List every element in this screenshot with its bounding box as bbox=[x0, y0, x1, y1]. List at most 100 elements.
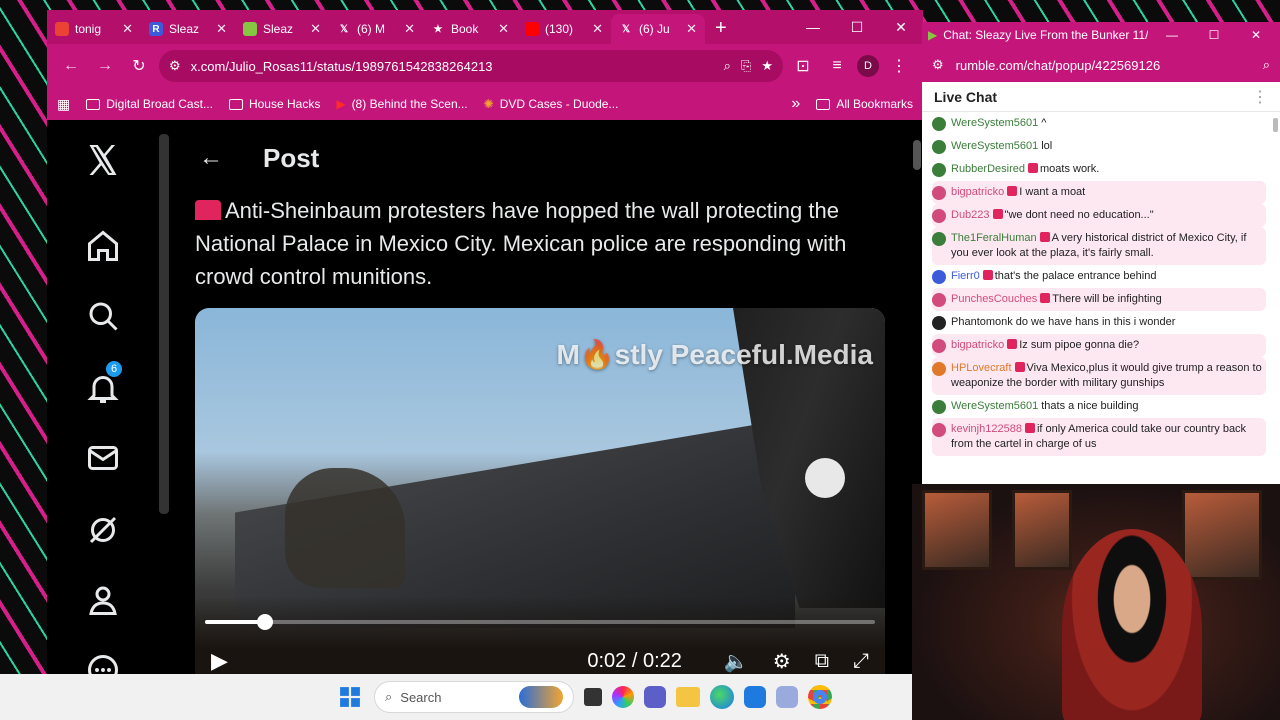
chat-zoom-icon[interactable]: ⌕ bbox=[1263, 57, 1270, 73]
browser-tab[interactable]: tonig ✕ bbox=[47, 14, 141, 44]
play-icon[interactable]: ▶ bbox=[211, 648, 228, 674]
back-arrow-icon[interactable]: ← bbox=[187, 144, 223, 172]
user-avatar[interactable] bbox=[932, 293, 946, 307]
chat-username[interactable]: Dub223 bbox=[951, 209, 990, 221]
bookmark-house-hacks[interactable]: House Hacks bbox=[228, 97, 320, 111]
fullscreen-icon[interactable]: ⤢ bbox=[853, 650, 869, 673]
reload-button[interactable]: ↻ bbox=[125, 52, 153, 80]
chat-minimize-button[interactable]: — bbox=[1154, 28, 1190, 42]
forward-nav-button[interactable]: → bbox=[91, 52, 119, 80]
home-icon[interactable] bbox=[83, 226, 123, 266]
zoom-icon[interactable]: ⌕ bbox=[724, 58, 731, 74]
back-nav-button[interactable]: ← bbox=[57, 52, 85, 80]
browser-tab[interactable]: R Sleaz ✕ bbox=[141, 14, 235, 44]
close-window-button[interactable]: ✕ bbox=[879, 10, 923, 44]
chat-username[interactable]: WereSystem5601 bbox=[951, 117, 1038, 129]
new-tab-button[interactable]: + bbox=[705, 17, 737, 44]
lens-icon[interactable]: ⊡ bbox=[789, 52, 817, 80]
chat-username[interactable]: The1FeralHuman bbox=[951, 232, 1037, 244]
install-icon[interactable]: ⎘ bbox=[741, 58, 751, 74]
user-avatar[interactable] bbox=[932, 423, 946, 437]
app-icon[interactable] bbox=[776, 686, 798, 708]
more-bookmarks-button[interactable]: » bbox=[791, 95, 800, 113]
user-avatar[interactable] bbox=[932, 339, 946, 353]
x-logo-icon[interactable] bbox=[83, 140, 123, 180]
site-settings-icon[interactable]: ⚙ bbox=[932, 57, 944, 73]
chrome-icon[interactable] bbox=[808, 685, 832, 709]
task-view-icon[interactable] bbox=[584, 688, 602, 706]
chat-close-button[interactable]: ✕ bbox=[1238, 28, 1274, 42]
profile-icon[interactable] bbox=[83, 580, 123, 620]
chat-username[interactable]: Phantomonk bbox=[951, 316, 1013, 328]
chat-username[interactable]: RubberDesired bbox=[951, 163, 1025, 175]
close-tab-icon[interactable]: ✕ bbox=[404, 21, 415, 37]
browser-tab[interactable]: ★ Book ✕ bbox=[423, 14, 517, 44]
pip-icon[interactable]: ⧉ bbox=[815, 650, 829, 673]
close-tab-icon[interactable]: ✕ bbox=[686, 21, 697, 37]
browser-tab[interactable]: Sleaz ✕ bbox=[235, 14, 329, 44]
browser-tab[interactable]: (130) ✕ bbox=[517, 14, 611, 44]
site-info-icon[interactable]: ⚙ bbox=[169, 58, 181, 74]
close-tab-icon[interactable]: ✕ bbox=[498, 21, 509, 37]
video-scrubber[interactable] bbox=[205, 614, 875, 630]
chat-maximize-button[interactable]: ☐ bbox=[1196, 28, 1232, 42]
user-avatar[interactable] bbox=[932, 117, 946, 131]
bookmark-behind-the-scenes[interactable]: ▶ (8) Behind the Scen... bbox=[336, 97, 467, 111]
edge-icon[interactable] bbox=[710, 685, 734, 709]
user-avatar[interactable] bbox=[932, 140, 946, 154]
user-avatar[interactable] bbox=[932, 316, 946, 330]
page-scrollbar[interactable] bbox=[913, 140, 921, 170]
bookmark-dvd-cases[interactable]: ✺ DVD Cases - Duode... bbox=[484, 97, 619, 111]
chat-scrollbar[interactable] bbox=[1273, 118, 1278, 132]
chat-url[interactable]: rumble.com/chat/popup/422569126 bbox=[956, 58, 1251, 73]
user-avatar[interactable] bbox=[932, 163, 946, 177]
search-icon[interactable] bbox=[83, 296, 123, 336]
user-avatar[interactable] bbox=[932, 270, 946, 284]
maximize-button[interactable]: ☐ bbox=[835, 10, 879, 44]
grok-icon[interactable] bbox=[83, 510, 123, 550]
profile-avatar[interactable]: D bbox=[857, 55, 879, 77]
bookmark-star-icon[interactable]: ★ bbox=[761, 58, 773, 74]
chat-menu-icon[interactable]: ⋮ bbox=[1252, 87, 1268, 107]
media-control-icon[interactable]: ≡ bbox=[823, 52, 851, 80]
browser-tab[interactable]: 𝕏 (6) Ju ✕ bbox=[611, 14, 705, 44]
more-options-icon[interactable] bbox=[83, 650, 123, 675]
user-avatar[interactable] bbox=[932, 362, 946, 376]
chat-username[interactable]: PunchesCouches bbox=[951, 293, 1037, 305]
copilot-icon[interactable] bbox=[612, 686, 634, 708]
chat-username[interactable]: HPLovecraft bbox=[951, 362, 1012, 374]
notifications-icon[interactable]: 6 bbox=[83, 360, 123, 408]
browser-tab[interactable]: 𝕏 (6) M ✕ bbox=[329, 14, 423, 44]
video-player[interactable]: M🔥stly Peaceful.Media ▶ 0:02 / 0:22 🔈 ⚙ … bbox=[195, 308, 885, 675]
minimize-button[interactable]: — bbox=[791, 10, 835, 44]
all-bookmarks-button[interactable]: All Bookmarks bbox=[816, 97, 913, 111]
chat-username[interactable]: WereSystem5601 bbox=[951, 140, 1038, 152]
user-avatar[interactable] bbox=[932, 186, 946, 200]
taskbar-search[interactable]: ⌕ Search bbox=[374, 681, 574, 713]
file-explorer-icon[interactable] bbox=[676, 687, 700, 707]
user-avatar[interactable] bbox=[932, 400, 946, 414]
user-avatar[interactable] bbox=[932, 209, 946, 223]
url-text[interactable]: x.com/Julio_Rosas11/status/1989761542838… bbox=[191, 59, 714, 74]
close-tab-icon[interactable]: ✕ bbox=[122, 21, 133, 37]
chat-username[interactable]: kevinjh122588 bbox=[951, 423, 1022, 435]
omnibox[interactable]: ⚙ x.com/Julio_Rosas11/status/19897615428… bbox=[159, 50, 783, 82]
sidebar-scrollbar[interactable] bbox=[159, 134, 169, 514]
chat-username[interactable]: WereSystem5601 bbox=[951, 400, 1038, 412]
close-tab-icon[interactable]: ✕ bbox=[310, 21, 321, 37]
windows-start-icon[interactable] bbox=[336, 683, 364, 711]
chat-username[interactable]: bigpatricko bbox=[951, 339, 1004, 351]
apps-grid-icon[interactable]: ▦ bbox=[57, 96, 70, 113]
close-tab-icon[interactable]: ✕ bbox=[216, 21, 227, 37]
settings-gear-icon[interactable]: ⚙ bbox=[773, 649, 791, 674]
close-tab-icon[interactable]: ✕ bbox=[592, 21, 603, 37]
chat-username[interactable]: bigpatricko bbox=[951, 186, 1004, 198]
store-icon[interactable] bbox=[744, 686, 766, 708]
user-avatar[interactable] bbox=[932, 232, 946, 246]
messages-icon[interactable] bbox=[83, 438, 123, 478]
teams-icon[interactable] bbox=[644, 686, 666, 708]
browser-menu-icon[interactable]: ⋮ bbox=[885, 52, 913, 80]
chat-username[interactable]: Fierr0 bbox=[951, 270, 980, 282]
volume-icon[interactable]: 🔈 bbox=[724, 649, 749, 674]
bookmark-digital-broadcast[interactable]: Digital Broad Cast... bbox=[86, 97, 213, 111]
